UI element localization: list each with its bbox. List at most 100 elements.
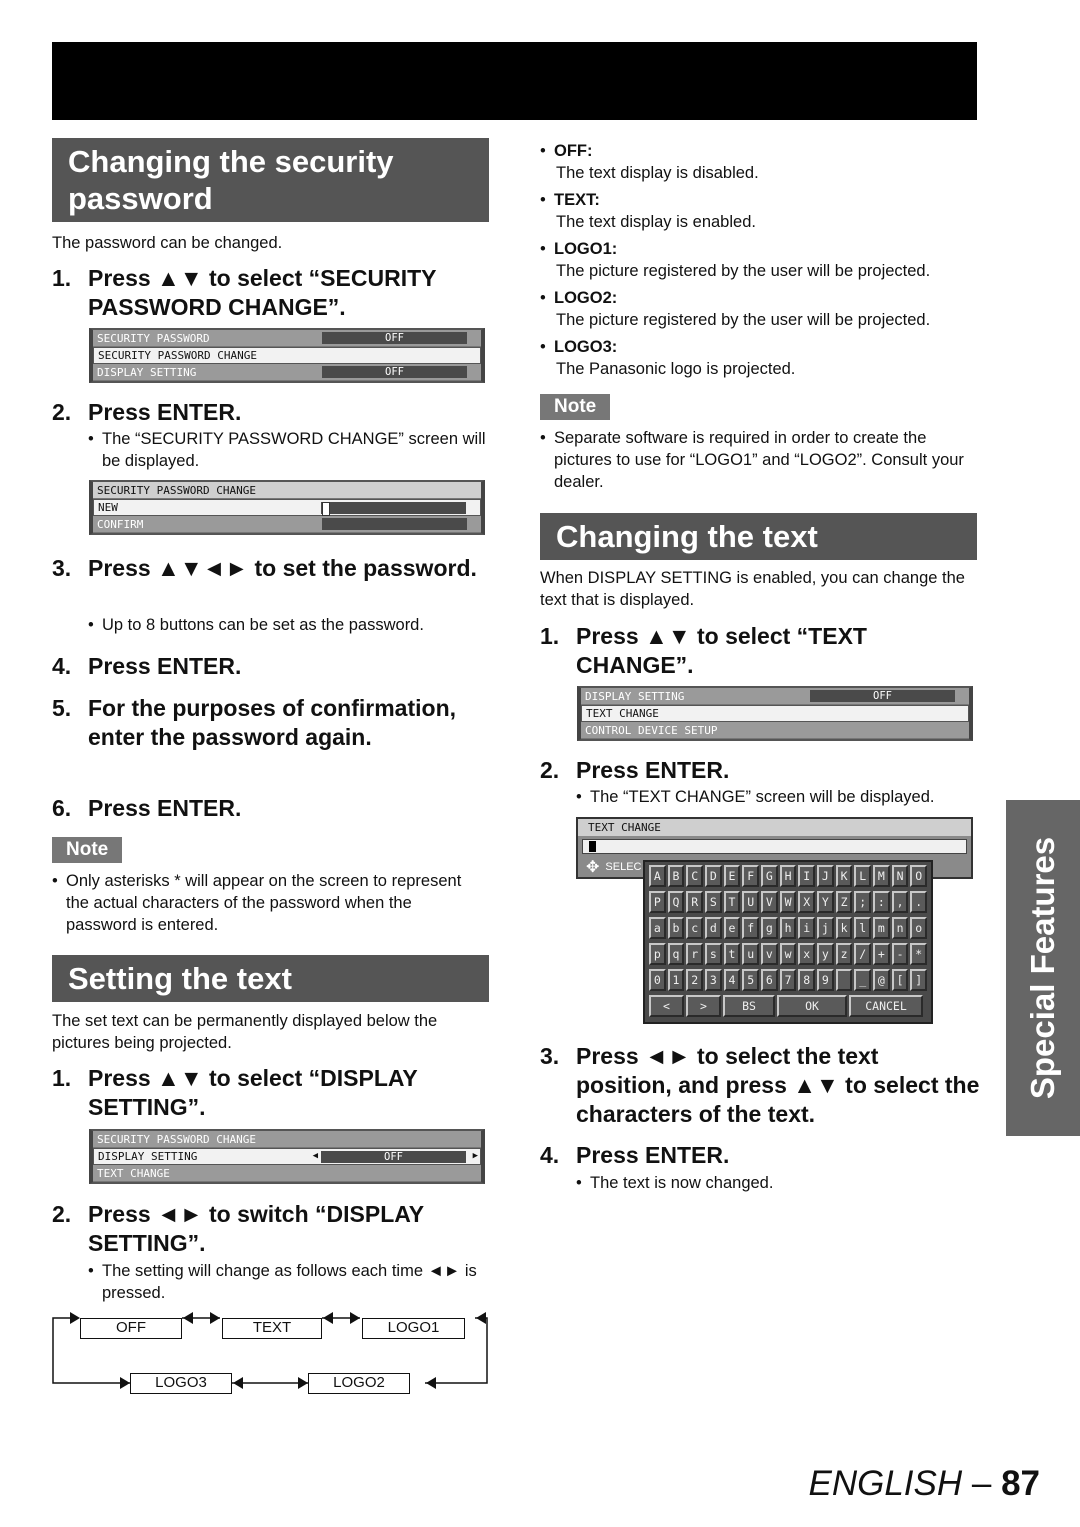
keyboard-key[interactable]: @ — [873, 969, 890, 991]
keyboard-key[interactable]: P — [649, 891, 666, 913]
step-1: 1. Press ▲▼ to select “SECURITY PASSWORD… — [52, 264, 492, 322]
keyboard-key[interactable]: : — [873, 891, 890, 913]
keyboard-key[interactable]: _ — [854, 969, 872, 991]
password-confirm-input[interactable] — [322, 518, 467, 530]
keyboard-key[interactable]: a — [649, 917, 666, 939]
menu-row[interactable]: DISPLAY SETTING OFF — [93, 364, 481, 381]
keyboard-key[interactable]: v — [761, 943, 778, 965]
keyboard-key[interactable]: q — [667, 943, 685, 965]
keyboard-key[interactable]: [ — [891, 969, 909, 991]
keyboard-key[interactable]: - — [891, 943, 909, 965]
keyboard-key[interactable]: K — [835, 865, 853, 887]
keyboard-key[interactable]: 7 — [779, 969, 797, 991]
keyboard-key[interactable]: Z — [835, 891, 853, 913]
keyboard-key[interactable]: l — [854, 917, 872, 939]
keyboard-key[interactable]: E — [723, 865, 741, 887]
menu-row-confirm[interactable]: CONFIRM — [93, 516, 481, 533]
keyboard-key[interactable]: o — [910, 917, 928, 939]
keyboard-key[interactable]: , — [891, 891, 909, 913]
keyboard-key[interactable]: ; — [854, 891, 872, 913]
keyboard-key[interactable]: I — [798, 865, 816, 887]
keyboard-key[interactable]: 2 — [686, 969, 704, 991]
keyboard-key[interactable]: B — [667, 865, 685, 887]
keyboard-key[interactable]: G — [761, 865, 778, 887]
keyboard-key[interactable]: O — [910, 865, 928, 887]
keyboard-key[interactable]: h — [779, 917, 797, 939]
password-input[interactable] — [321, 501, 466, 516]
menu-row[interactable]: TEXT CHANGE — [93, 1165, 481, 1182]
keyboard-key[interactable]: 4 — [723, 969, 741, 991]
keyboard-key[interactable]: S — [705, 891, 722, 913]
keyboard-key[interactable]: x — [798, 943, 816, 965]
keyboard-key[interactable]: A — [649, 865, 666, 887]
keyboard-key[interactable]: 9 — [817, 969, 834, 991]
keyboard-key[interactable]: V — [761, 891, 778, 913]
keyboard-key[interactable]: z — [835, 943, 853, 965]
keyboard-key[interactable]: R — [686, 891, 704, 913]
keyboard-key[interactable]: H — [779, 865, 797, 887]
menu-row[interactable]: CONTROL DEVICE SETUP — [581, 722, 969, 739]
keyboard-key[interactable]: C — [686, 865, 704, 887]
keyboard-key[interactable]: N — [891, 865, 909, 887]
backspace-button[interactable]: BS — [723, 995, 775, 1017]
menu-row-selected[interactable]: DISPLAY SETTING ◀ OFF ▶ — [93, 1148, 481, 1165]
left-arrow-icon[interactable]: ◀ — [313, 1149, 318, 1164]
keyboard-key[interactable]: i — [798, 917, 816, 939]
keyboard-key[interactable]: / — [854, 943, 872, 965]
keyboard-key[interactable]: T — [723, 891, 741, 913]
keyboard-key[interactable]: X — [798, 891, 816, 913]
keyboard-key[interactable]: M — [873, 865, 890, 887]
keyboard-key[interactable]: L — [854, 865, 872, 887]
step-3: 3. Press ▲▼◄► to set the password. — [52, 554, 492, 583]
keyboard-key[interactable]: c — [686, 917, 704, 939]
menu-row-new[interactable]: NEW — [93, 499, 481, 516]
keyboard-key[interactable]: 6 — [761, 969, 778, 991]
keyboard-key[interactable]: b — [667, 917, 685, 939]
keyboard-key[interactable]: k — [835, 917, 853, 939]
side-tab-special-features[interactable]: Special Features — [1006, 800, 1080, 1136]
text-input-field[interactable] — [582, 839, 967, 854]
menu-row[interactable]: SECURITY PASSWORD CHANGE — [93, 1131, 481, 1148]
keyboard-key[interactable] — [835, 969, 853, 991]
keyboard-key[interactable]: F — [742, 865, 760, 887]
keyboard-key[interactable]: Y — [817, 891, 834, 913]
right-arrow-icon[interactable]: ▶ — [473, 1149, 478, 1164]
keyboard-key[interactable]: f — [742, 917, 760, 939]
keyboard-key[interactable]: y — [817, 943, 834, 965]
cursor-left-button[interactable]: < — [649, 995, 684, 1017]
keyboard-key[interactable]: 8 — [798, 969, 816, 991]
keyboard-key[interactable]: + — [873, 943, 890, 965]
keyboard-key[interactable]: u — [742, 943, 760, 965]
keyboard-key[interactable]: W — [779, 891, 797, 913]
keyboard-key[interactable]: e — [723, 917, 741, 939]
keyboard-key[interactable]: 1 — [667, 969, 685, 991]
keyboard-key[interactable]: j — [817, 917, 834, 939]
keyboard-key[interactable]: m — [873, 917, 890, 939]
keyboard-key[interactable]: * — [910, 943, 928, 965]
keyboard-key[interactable]: 3 — [705, 969, 722, 991]
keyboard-key[interactable]: s — [705, 943, 722, 965]
keyboard-key[interactable]: ] — [910, 969, 928, 991]
cancel-button[interactable]: CANCEL — [849, 995, 923, 1017]
keyboard-key[interactable]: U — [742, 891, 760, 913]
keyboard-key[interactable]: r — [686, 943, 704, 965]
keyboard-key[interactable]: p — [649, 943, 666, 965]
menu-row-selected[interactable]: TEXT CHANGE — [581, 705, 969, 722]
option-desc: The Panasonic logo is projected. — [556, 360, 796, 378]
keyboard-key[interactable]: n — [891, 917, 909, 939]
ok-button[interactable]: OK — [777, 995, 847, 1017]
menu-row-selected[interactable]: SECURITY PASSWORD CHANGE — [93, 347, 481, 364]
keyboard-key[interactable]: g — [761, 917, 778, 939]
keyboard-key[interactable]: t — [723, 943, 741, 965]
keyboard-key[interactable]: 5 — [742, 969, 760, 991]
menu-row[interactable]: DISPLAY SETTING OFF — [581, 688, 969, 705]
keyboard-key[interactable]: Q — [667, 891, 685, 913]
menu-row[interactable]: SECURITY PASSWORD OFF — [93, 330, 481, 347]
keyboard-key[interactable]: D — [705, 865, 722, 887]
keyboard-key[interactable]: d — [705, 917, 722, 939]
keyboard-key[interactable]: 0 — [649, 969, 666, 991]
keyboard-key[interactable]: J — [817, 865, 834, 887]
keyboard-key[interactable]: w — [779, 943, 797, 965]
keyboard-key[interactable]: . — [910, 891, 928, 913]
cursor-right-button[interactable]: > — [686, 995, 721, 1017]
